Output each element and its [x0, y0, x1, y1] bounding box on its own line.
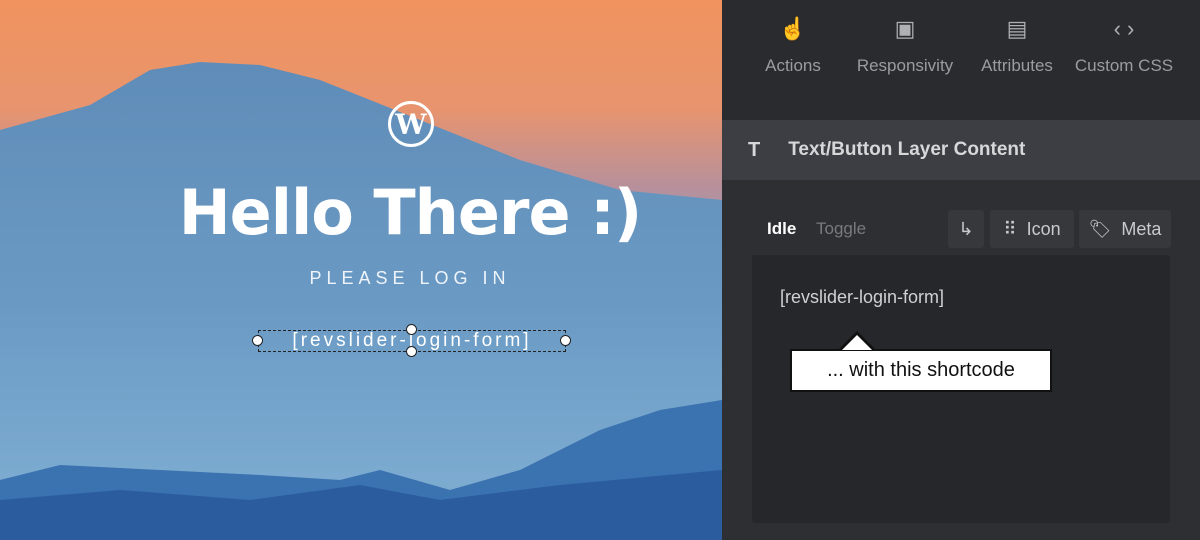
toolbar-custom-css[interactable]: ‹ › Custom CSS: [1068, 0, 1180, 120]
line-break-button[interactable]: ↳: [948, 210, 984, 248]
toolbar-responsivity[interactable]: ▣ Responsivity: [844, 0, 966, 120]
meta-button[interactable]: 🏷 Meta: [1079, 210, 1171, 248]
toolbar-attributes[interactable]: ▤ Attributes: [966, 0, 1068, 120]
layer-settings-panel: ☝ Actions ▣ Responsivity ▤ Attributes ‹ › Cu…: [722, 0, 1200, 540]
section-title: Text/Button Layer Content: [788, 139, 1026, 160]
resize-handle-bottom[interactable]: [406, 346, 417, 357]
tab-toggle[interactable]: Toggle: [816, 219, 866, 239]
editor-text: [revslider-login-form]: [780, 287, 945, 307]
settings-toolbar: ☝ Actions ▣ Responsivity ▤ Attributes ‹ › Cu…: [722, 0, 1200, 120]
toolbar-label: Responsivity: [856, 56, 954, 75]
resize-handle-top[interactable]: [406, 324, 417, 335]
text-layer-icon: T: [748, 138, 761, 161]
annotation-tooltip: ... with this shortcode: [790, 331, 1052, 392]
wordpress-logo-icon: W: [388, 101, 434, 147]
return-arrow-icon: ↳: [958, 218, 974, 239]
resize-handle-left[interactable]: [252, 335, 263, 346]
button-label: Icon: [1026, 218, 1061, 239]
section-header: T Text/Button Layer Content: [722, 120, 1200, 180]
button-label: Meta: [1121, 218, 1162, 239]
slide-subtitle[interactable]: PLEASE LOG IN: [0, 268, 722, 289]
insert-icon-button[interactable]: ⠿ Icon: [990, 210, 1074, 248]
toolbar-label: Attributes: [981, 56, 1053, 75]
responsive-image-icon: ▣: [894, 16, 916, 41]
grid-icon: ⠿: [1003, 218, 1017, 239]
resize-handle-right[interactable]: [560, 335, 571, 346]
toolbar-label: Actions: [765, 56, 821, 75]
hand-pointer-icon: ☝: [779, 16, 807, 41]
code-icon: ‹ ›: [1113, 16, 1135, 41]
slide-title[interactable]: Hello There :): [0, 176, 722, 249]
document-icon: ▤: [1006, 16, 1028, 41]
tag-icon: 🏷: [1088, 218, 1112, 239]
toolbar-label: Custom CSS: [1074, 56, 1174, 75]
slide-canvas: W Hello There :) PLEASE LOG IN [revslide…: [0, 0, 722, 540]
toolbar-actions[interactable]: ☝ Actions: [742, 0, 844, 120]
tab-idle[interactable]: Idle: [767, 219, 796, 239]
